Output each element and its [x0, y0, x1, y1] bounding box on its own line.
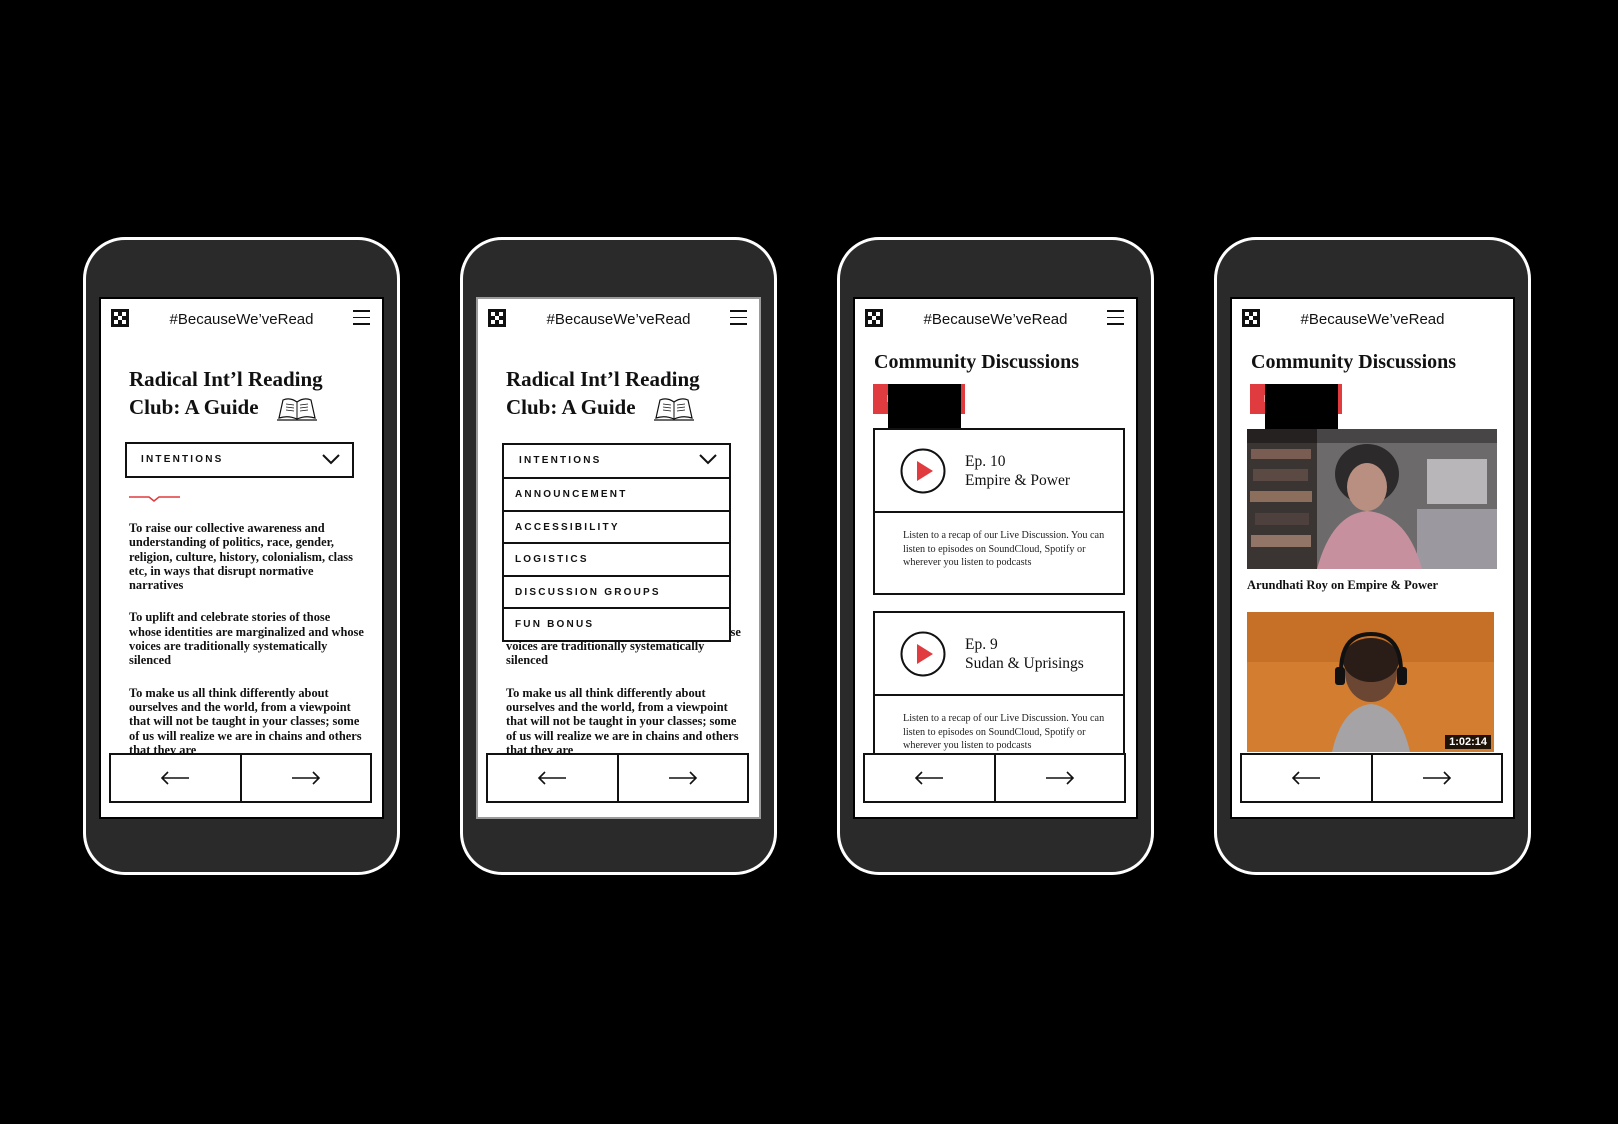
- episode-number: Ep. 10: [965, 453, 1006, 470]
- paragraph: To make us all think differently about o…: [129, 685, 362, 757]
- page-title: Radical Int’l Reading Club: A Guide: [506, 365, 746, 422]
- phone-screen: #BecauseWe’veRead Radical Int’l Reading …: [476, 297, 761, 819]
- dropdown-option-accessibility[interactable]: ACCESSIBILITY: [504, 509, 729, 543]
- next-button[interactable]: [619, 755, 748, 801]
- chevron-down-icon: [699, 454, 717, 465]
- paragraph: To make us all think differently about o…: [506, 685, 739, 757]
- pager-nav: [863, 753, 1126, 803]
- prev-button[interactable]: [488, 755, 619, 801]
- video-caption[interactable]: Arundhati Roy on Empire & Power: [1247, 578, 1438, 593]
- episode-description: Listen to a recap of our Live Discussion…: [903, 713, 1105, 752]
- pager-nav: [109, 753, 372, 803]
- select-label: INTENTIONS: [519, 455, 602, 466]
- arrow-right-icon: [1422, 771, 1451, 785]
- phone-mockup-guide: #BecauseWe’veRead Radical Int’l Reading …: [83, 237, 400, 875]
- title-line-1: Radical Int’l Reading: [129, 367, 323, 391]
- hamburger-menu-icon[interactable]: [730, 310, 747, 325]
- episode-number: Ep. 9: [965, 636, 998, 653]
- play-icon[interactable]: [900, 448, 946, 494]
- paragraph: To uplift and celebrate stories of those…: [129, 610, 364, 668]
- brand-title: #BecauseWe’veRead: [169, 311, 314, 328]
- open-book-icon: [653, 398, 694, 421]
- episode-name: Sudan & Uprisings: [965, 655, 1084, 672]
- next-button[interactable]: [242, 755, 371, 801]
- video-still-image: [1247, 612, 1494, 752]
- phone-screen: #BecauseWe’veRead Radical Int’l Reading …: [99, 297, 384, 819]
- pager-nav: [486, 753, 749, 803]
- brand-title: #BecauseWe’veRead: [1300, 311, 1445, 328]
- next-button[interactable]: [996, 755, 1125, 801]
- intentions-dropdown: INTENTIONS ANNOUNCEMENT ACCESSIBILITY LO…: [502, 443, 731, 642]
- episode-description: Listen to a recap of our Live Discussion…: [903, 530, 1105, 569]
- arrow-right-icon: [291, 771, 320, 785]
- phone-screen: #BecauseWe’veRead Community Discussions …: [853, 297, 1138, 819]
- header: #BecauseWe’veRead: [1232, 299, 1513, 339]
- section-title: Community Discussions: [874, 351, 1080, 373]
- header: #BecauseWe’veRead: [478, 299, 759, 339]
- hamburger-menu-icon[interactable]: [353, 310, 370, 325]
- phone-screen: #BecauseWe’veRead Community Discussions …: [1230, 297, 1515, 819]
- brand-title: #BecauseWe’veRead: [923, 311, 1068, 328]
- section-title: Community Discussions: [1251, 351, 1457, 373]
- brand-title: #BecauseWe’veRead: [546, 311, 691, 328]
- episode-card[interactable]: Ep. 10 Empire & Power Listen to a recap o…: [873, 428, 1125, 595]
- open-book-icon: [276, 398, 317, 421]
- paragraph: To raise our collective awareness and un…: [129, 521, 353, 593]
- dropdown-option-announcement[interactable]: ANNOUNCEMENT: [504, 477, 729, 510]
- next-button[interactable]: [1373, 755, 1502, 801]
- intentions-text: To raise our collective awareness and un…: [129, 521, 365, 775]
- video-still-image: [1247, 429, 1497, 569]
- title-line-2: Club: A Guide: [506, 395, 636, 419]
- dropdown-header[interactable]: INTENTIONS: [504, 445, 729, 477]
- title-line-2: Club: A Guide: [129, 395, 259, 419]
- header: #BecauseWe’veRead: [855, 299, 1136, 339]
- phone-mockup-guide-dropdown: #BecauseWe’veRead Radical Int’l Reading …: [460, 237, 777, 875]
- pager-nav: [1240, 753, 1503, 803]
- dropdown-option-fun-bonus[interactable]: FUN BONUS: [504, 607, 729, 640]
- play-icon[interactable]: [900, 631, 946, 677]
- video-thumbnail[interactable]: [1247, 429, 1497, 569]
- prev-button[interactable]: [1242, 755, 1373, 801]
- select-label: INTENTIONS: [141, 454, 224, 465]
- chevron-down-icon: [322, 454, 340, 465]
- arrow-right-icon: [668, 771, 697, 785]
- red-divider: [129, 496, 180, 502]
- arrow-left-icon: [1292, 771, 1321, 785]
- hamburger-menu-icon[interactable]: [1107, 310, 1124, 325]
- video-duration: 1:02:14: [1445, 735, 1491, 749]
- phone-mockup-video: #BecauseWe’veRead Community Discussions …: [1214, 237, 1531, 875]
- video-thumbnail[interactable]: 1:02:14: [1247, 612, 1494, 752]
- dropdown-option-discussion-groups[interactable]: DISCUSSION GROUPS: [504, 574, 729, 608]
- arrow-right-icon: [1045, 771, 1074, 785]
- episode-name: Empire & Power: [965, 472, 1071, 489]
- media-tabs: VIDEO PODCAST: [873, 384, 965, 524]
- intentions-select[interactable]: INTENTIONS: [125, 442, 354, 478]
- page-title: Radical Int’l Reading Club: A Guide: [129, 365, 369, 422]
- prev-button[interactable]: [865, 755, 996, 801]
- title-line-1: Radical Int’l Reading: [506, 367, 700, 391]
- header: #BecauseWe’veRead: [101, 299, 382, 339]
- dropdown-option-logistics[interactable]: LOGISTICS: [504, 542, 729, 575]
- arrow-left-icon: [915, 771, 944, 785]
- arrow-left-icon: [538, 771, 567, 785]
- arrow-left-icon: [161, 771, 190, 785]
- phone-mockup-podcast: #BecauseWe’veRead Community Discussions …: [837, 237, 1154, 875]
- media-tabs: VIDEO PODCAST: [1250, 384, 1342, 524]
- prev-button[interactable]: [111, 755, 242, 801]
